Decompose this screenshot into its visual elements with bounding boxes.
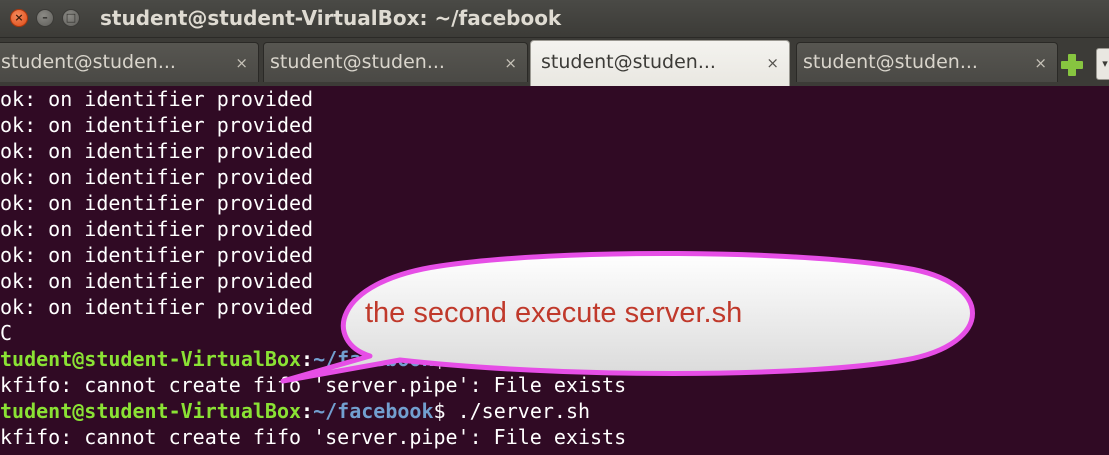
tab-close-icon[interactable]: × xyxy=(766,54,779,72)
terminal-line: ok: on identifier provided xyxy=(0,139,314,163)
tab-label: student@studen... xyxy=(1,51,176,73)
tab-label: student@studen... xyxy=(270,51,445,73)
prompt-path: ~/facebook xyxy=(313,399,434,423)
prompt-separator: : xyxy=(301,399,314,423)
terminal-line: ok: on identifier provided xyxy=(0,87,314,111)
terminal-error-line: kfifo: cannot create fifo 'server.pipe':… xyxy=(0,373,627,397)
window-title: student@student-VirtualBox: ~/facebook xyxy=(100,6,562,30)
terminal-tab-1[interactable]: student@studen... × xyxy=(0,42,259,82)
tab-menu-button[interactable]: ▾ xyxy=(1096,48,1109,80)
close-window-button[interactable]: × xyxy=(10,9,28,27)
prompt-command: $ ./server.sh xyxy=(433,347,591,371)
tab-close-icon[interactable]: × xyxy=(504,54,517,72)
annotation-text: the second execute server.sh xyxy=(365,297,743,329)
terminal-tab-4[interactable]: student@studen... × xyxy=(796,42,1058,82)
terminal-line: ok: on identifier provided xyxy=(0,113,314,137)
prompt-user-host: tudent@student-VirtualBox xyxy=(0,347,302,371)
terminal-line: ok: on identifier provided xyxy=(0,243,314,267)
terminal-line: ok: on identifier provided xyxy=(0,217,314,241)
tab-bar: student@studen... × student@studen... × … xyxy=(0,38,1109,86)
terminal-line: ok: on identifier provided xyxy=(0,165,314,189)
prompt-user-host: tudent@student-VirtualBox xyxy=(0,399,302,423)
new-tab-plus-icon[interactable] xyxy=(1061,54,1083,76)
terminal-line: ok: on identifier provided xyxy=(0,269,314,293)
terminal-output[interactable]: ok: on identifier provided ok: on identi… xyxy=(0,86,1109,455)
terminal-line: C xyxy=(0,321,13,345)
prompt-command: $ ./server.sh xyxy=(433,399,591,423)
terminal-tab-2[interactable]: student@studen... × xyxy=(263,42,528,82)
prompt-path: ~/facebook xyxy=(313,347,434,371)
tab-close-icon[interactable]: × xyxy=(235,54,248,72)
terminal-prompt-line: tudent@student-VirtualBox:~/facebook$ ./… xyxy=(0,398,590,424)
terminal-error-line: kfifo: cannot create fifo 'server.pipe':… xyxy=(0,425,627,449)
tab-label: student@studen... xyxy=(541,51,716,73)
terminal-tab-3[interactable]: student@studen... × xyxy=(530,40,790,86)
window-titlebar: × – □ student@student-VirtualBox: ~/face… xyxy=(0,0,1109,38)
prompt-separator: : xyxy=(301,347,314,371)
maximize-window-button[interactable]: □ xyxy=(62,9,80,27)
minimize-window-button[interactable]: – xyxy=(36,9,54,27)
tab-label: student@studen... xyxy=(803,51,978,73)
terminal-prompt-line: tudent@student-VirtualBox:~/facebook$ ./… xyxy=(0,346,590,372)
tab-close-icon[interactable]: × xyxy=(1034,54,1047,72)
terminal-line: ok: on identifier provided xyxy=(0,191,314,215)
terminal-line: ok: on identifier provided xyxy=(0,295,314,319)
